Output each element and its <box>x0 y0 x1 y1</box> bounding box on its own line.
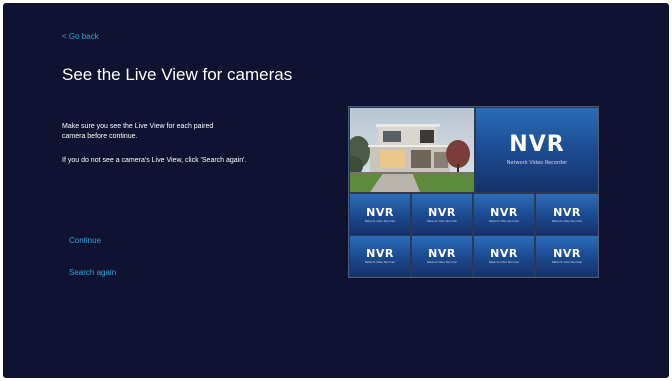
go-back-link[interactable]: < Go back <box>62 32 99 41</box>
camera-tile[interactable]: NVR Network Video Recorder <box>350 194 410 235</box>
nvr-logo: NVR <box>366 205 394 219</box>
nvr-logo: NVR <box>490 205 518 219</box>
nvr-logo-subtitle: Network Video Recorder <box>426 261 458 264</box>
camera-tile[interactable]: NVR Network Video Recorder <box>412 236 472 276</box>
nvr-logo-subtitle: Network Video Recorder <box>506 160 568 166</box>
camera-live-view-grid: NVR Network Video Recorder NVR Network V… <box>348 106 599 278</box>
live-view-screen: < Go back See the Live View for cameras … <box>3 3 669 378</box>
instruction-search-again: If you do not see a camera's Live View, … <box>62 157 247 164</box>
camera-tile[interactable]: NVR Network Video Recorder <box>536 236 598 276</box>
nvr-logo-subtitle: Network Video Recorder <box>488 261 520 264</box>
nvr-logo-subtitle: Network Video Recorder <box>364 261 396 264</box>
nvr-logo-subtitle: Network Video Recorder <box>551 261 583 264</box>
nvr-logo-subtitle: Network Video Recorder <box>488 219 520 223</box>
camera-feed-house-image <box>350 108 474 192</box>
nvr-logo-subtitle: Network Video Recorder <box>426 219 458 223</box>
camera-tile[interactable]: NVR Network Video Recorder <box>412 194 472 235</box>
nvr-logo-subtitle: Network Video Recorder <box>364 219 396 223</box>
nvr-logo: NVR <box>366 247 394 260</box>
nvr-logo: NVR <box>490 247 518 260</box>
nvr-logo: NVR <box>428 205 456 219</box>
camera-tile[interactable]: NVR Network Video Recorder <box>474 194 534 235</box>
page-title: See the Live View for cameras <box>62 65 293 84</box>
nvr-logo: NVR <box>553 205 581 219</box>
search-again-button[interactable]: Search again <box>69 268 116 277</box>
nvr-logo: NVR <box>509 132 565 157</box>
camera-tile-main[interactable]: NVR Network Video Recorder <box>476 108 598 192</box>
nvr-logo: NVR <box>553 247 581 260</box>
camera-tile[interactable]: NVR Network Video Recorder <box>536 194 598 235</box>
instruction-live-view: Make sure you see the Live View for each… <box>62 123 214 140</box>
nvr-logo: NVR <box>428 247 456 260</box>
nvr-logo-subtitle: Network Video Recorder <box>551 219 583 223</box>
camera-tile[interactable]: NVR Network Video Recorder <box>350 236 410 276</box>
continue-button[interactable]: Continue <box>69 236 101 245</box>
camera-tile[interactable]: NVR Network Video Recorder <box>474 236 534 276</box>
